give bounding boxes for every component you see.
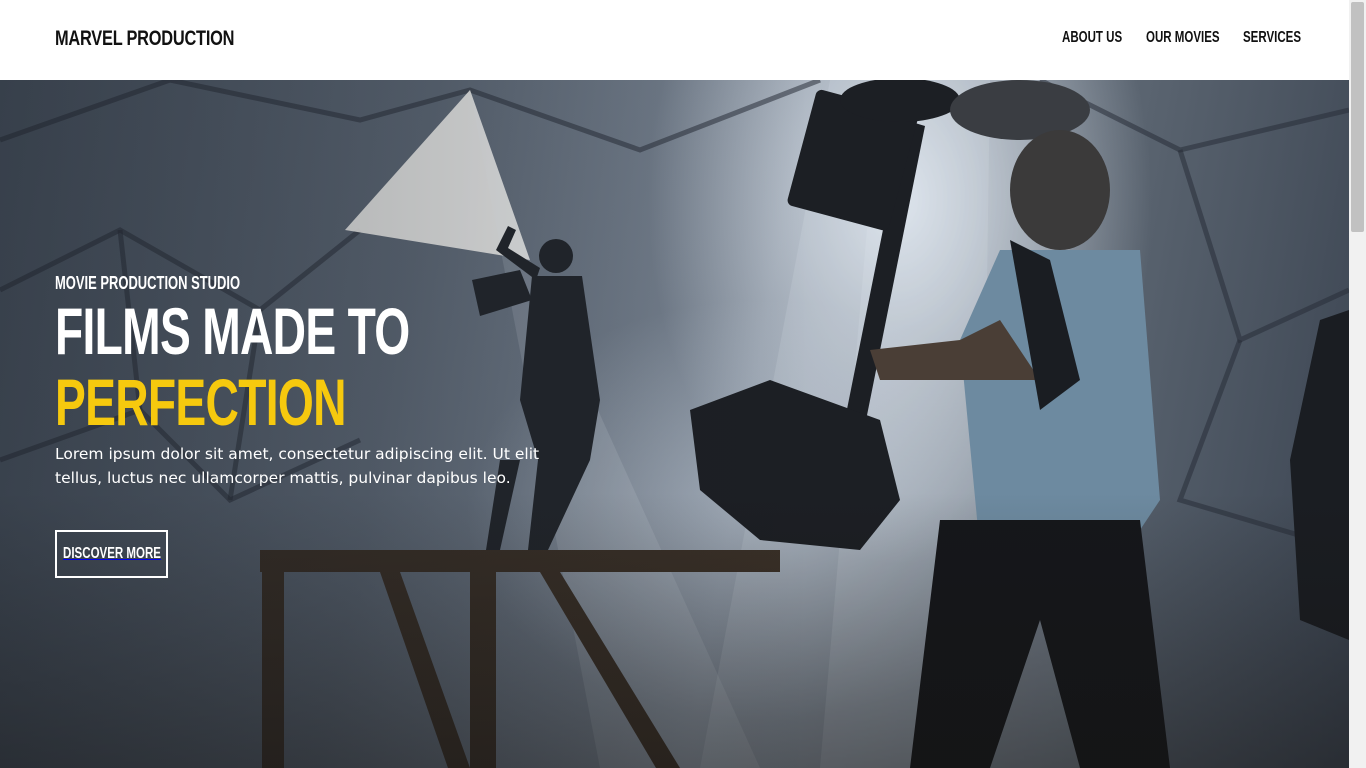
brand-logo-link[interactable]: MARVEL PRODUCTION <box>55 27 234 51</box>
nav-item-our-movies[interactable]: OUR MOVIES <box>1146 29 1220 47</box>
discover-more-label: DISCOVER MORE <box>62 545 161 562</box>
nav-item-services[interactable]: SERVICES <box>1243 29 1301 47</box>
hero-eyebrow: MOVIE PRODUCTION STUDIO <box>55 273 241 293</box>
hero-description: Lorem ipsum dolor sit amet, consectetur … <box>55 445 540 487</box>
hero-headline-line2: PERFECTION <box>55 365 346 439</box>
nav-item-about-us[interactable]: ABOUT US <box>1062 29 1122 47</box>
hero-headline-line1: FILMS MADE TO <box>55 294 410 368</box>
scrollbar-thumb[interactable] <box>1351 2 1364 232</box>
discover-more-button[interactable]: DISCOVER MORE <box>55 530 168 578</box>
site-header: MARVEL PRODUCTION ABOUT US OUR MOVIES SE… <box>0 0 1349 80</box>
page-scrollbar[interactable] <box>1349 0 1366 768</box>
